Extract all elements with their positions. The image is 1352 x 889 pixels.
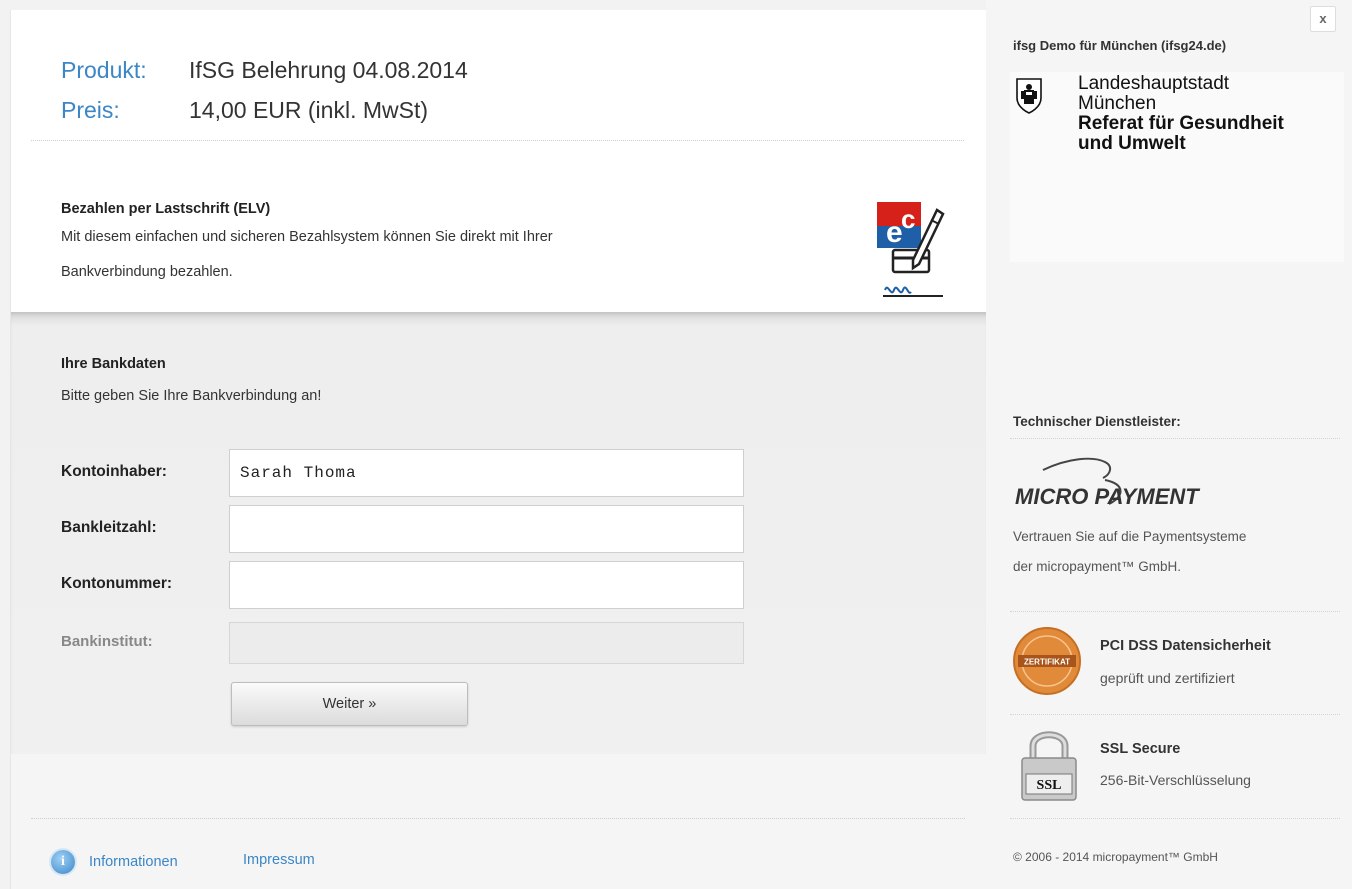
munich-crest-icon	[1016, 78, 1042, 114]
ec-lastschrift-icon: e c	[877, 202, 945, 297]
merchant-logo-text: Landeshauptstadt München Referat für Ges…	[1078, 74, 1284, 154]
city-line2: München	[1078, 93, 1157, 114]
micropayment-logo: MICRO PAYMENT	[1015, 457, 1200, 509]
owner-row: Kontoinhaber:	[61, 449, 751, 497]
tech-provider-title: Technischer Dienstleister:	[1013, 414, 1181, 429]
pci-badge-text: ZERTIFIKAT	[1024, 658, 1070, 667]
merchant-name: ifsg Demo für München (ifsg24.de)	[1013, 38, 1227, 53]
payment-panel: Produkt: IfSG Belehrung 04.08.2014 Preis…	[10, 10, 987, 889]
sidebar: x ifsg Demo für München (ifsg24.de) Land…	[986, 0, 1352, 889]
payment-method-text-line2: Bankverbindung bezahlen.	[61, 264, 233, 280]
bank-section-subtitle: Bitte geben Sie Ihre Bankverbindung an!	[61, 388, 322, 404]
footer: i Informationen Impressum	[11, 754, 987, 889]
ssl-lock-text: SSL	[1037, 778, 1062, 793]
ssl-title: SSL Secure	[1100, 741, 1181, 757]
owner-input[interactable]	[229, 449, 744, 497]
city-line1: Landeshauptstadt	[1078, 73, 1230, 94]
institute-row: Bankinstitut:	[61, 622, 751, 670]
sidebar-divider	[1010, 818, 1340, 819]
blz-label: Bankleitzahl:	[61, 519, 157, 536]
institute-input	[229, 622, 744, 664]
price-value: 14,00 EUR (inkl. MwSt)	[189, 97, 429, 123]
account-row: Kontonummer:	[61, 561, 751, 609]
sidebar-divider	[1010, 438, 1340, 439]
trust-text: Vertrauen Sie auf die Paymentsysteme der…	[1013, 522, 1246, 582]
info-icon: i	[51, 850, 75, 874]
product-value: IfSG Belehrung 04.08.2014	[189, 57, 468, 83]
owner-label: Kontoinhaber:	[61, 463, 167, 480]
pci-subtitle: geprüft und zertifiziert	[1100, 670, 1235, 686]
product-label: Produkt:	[61, 57, 147, 83]
information-link-label: Informationen	[89, 854, 178, 870]
sidebar-divider	[1010, 611, 1340, 612]
account-label: Kontonummer:	[61, 575, 173, 592]
micropayment-logo-text: MICRO PAYMENT	[1015, 484, 1200, 509]
pci-title: PCI DSS Datensicherheit	[1100, 638, 1271, 654]
institute-label: Bankinstitut:	[61, 633, 153, 650]
svg-text:c: c	[901, 204, 915, 234]
dept-line2: und Umwelt	[1078, 133, 1186, 154]
trust-line1: Vertrauen Sie auf die Paymentsysteme	[1013, 529, 1247, 544]
blz-input[interactable]	[229, 505, 744, 553]
pci-certificate-badge-icon: ZERTIFIKAT	[1013, 627, 1081, 695]
blz-row: Bankleitzahl:	[61, 505, 751, 553]
continue-button[interactable]: Weiter »	[231, 682, 468, 726]
merchant-logo: Landeshauptstadt München Referat für Ges…	[1010, 72, 1344, 262]
dept-line1: Referat für Gesundheit	[1078, 113, 1284, 134]
price-label: Preis:	[61, 97, 120, 123]
footer-divider	[31, 818, 965, 819]
ssl-subtitle: 256-Bit-Verschlüsselung	[1100, 772, 1251, 788]
sidebar-divider	[1010, 714, 1340, 715]
trust-line2: der micropayment™ GmbH.	[1013, 559, 1182, 574]
payment-method-info: Bezahlen per Lastschrift (ELV) Mit diese…	[61, 198, 791, 290]
account-input[interactable]	[229, 561, 744, 609]
payment-method-title: Bezahlen per Lastschrift (ELV)	[61, 201, 271, 217]
ssl-lock-icon: SSL	[1021, 731, 1077, 801]
information-link[interactable]: i Informationen	[51, 850, 178, 874]
close-button[interactable]: x	[1310, 6, 1336, 32]
payment-method-text-line1: Mit diesem einfachen und sicheren Bezahl…	[61, 229, 553, 245]
product-summary: Produkt: IfSG Belehrung 04.08.2014 Preis…	[61, 50, 468, 130]
copyright: © 2006 - 2014 micropayment™ GmbH	[1013, 850, 1218, 864]
imprint-link[interactable]: Impressum	[243, 852, 315, 868]
divider	[31, 140, 964, 141]
bank-section-title: Ihre Bankdaten	[61, 356, 166, 372]
